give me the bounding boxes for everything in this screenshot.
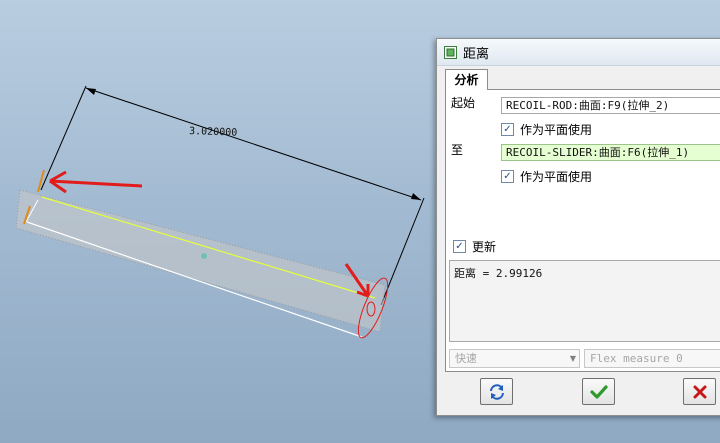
- recoil-rod-part[interactable]: [15, 169, 393, 341]
- checkmark-icon: [589, 384, 608, 399]
- result-box: 距离 = 2.99126: [449, 260, 720, 342]
- from-reference-field[interactable]: RECOIL-ROD:曲面:F9(拉伸_2): [501, 97, 720, 114]
- ok-button[interactable]: [582, 378, 615, 405]
- from-as-plane-label: 作为平面使用: [520, 123, 593, 137]
- mode-select-value: 快速: [455, 352, 477, 365]
- dialog-title: 距离: [463, 46, 490, 62]
- dimension-value[interactable]: 3.020000: [189, 126, 238, 139]
- to-as-plane-label: 作为平面使用: [520, 170, 593, 184]
- checkbox-checked-icon[interactable]: ✓: [501, 170, 514, 183]
- update-label: 更新: [472, 240, 497, 254]
- checkbox-checked-icon[interactable]: ✓: [453, 240, 466, 253]
- checkbox-checked-icon[interactable]: ✓: [501, 123, 514, 136]
- flex-measure-value: Flex measure 0: [590, 352, 683, 365]
- update-checkbox[interactable]: ✓ 更新: [453, 238, 496, 255]
- to-as-plane-checkbox[interactable]: ✓ 作为平面使用: [501, 168, 592, 185]
- measure-icon: [444, 45, 457, 59]
- dialog-titlebar[interactable]: 距离: [437, 39, 720, 66]
- distance-dialog: 距离 分析 起始 RECOIL-ROD:曲面:F9(拉伸_2) ✓ 作为平面使用…: [436, 38, 720, 416]
- refresh-icon: [489, 383, 504, 400]
- tab-analysis[interactable]: 分析: [445, 69, 488, 90]
- chevron-down-icon: ▼: [569, 354, 576, 363]
- red-arrow-annotation-left: [49, 170, 143, 194]
- from-label: 起始: [451, 96, 476, 110]
- from-as-plane-checkbox[interactable]: ✓ 作为平面使用: [501, 121, 592, 138]
- repaint-button[interactable]: [480, 378, 513, 405]
- distance-result: 距离 = 2.99126: [454, 267, 543, 280]
- cross-icon: [693, 385, 706, 398]
- flex-measure-select[interactable]: Flex measure 0: [584, 349, 720, 368]
- to-label: 至: [451, 143, 464, 157]
- mode-select[interactable]: 快速 ▼: [449, 349, 580, 368]
- to-reference-field[interactable]: RECOIL-SLIDER:曲面:F6(拉伸_1): [501, 144, 720, 161]
- cancel-button[interactable]: [683, 378, 716, 405]
